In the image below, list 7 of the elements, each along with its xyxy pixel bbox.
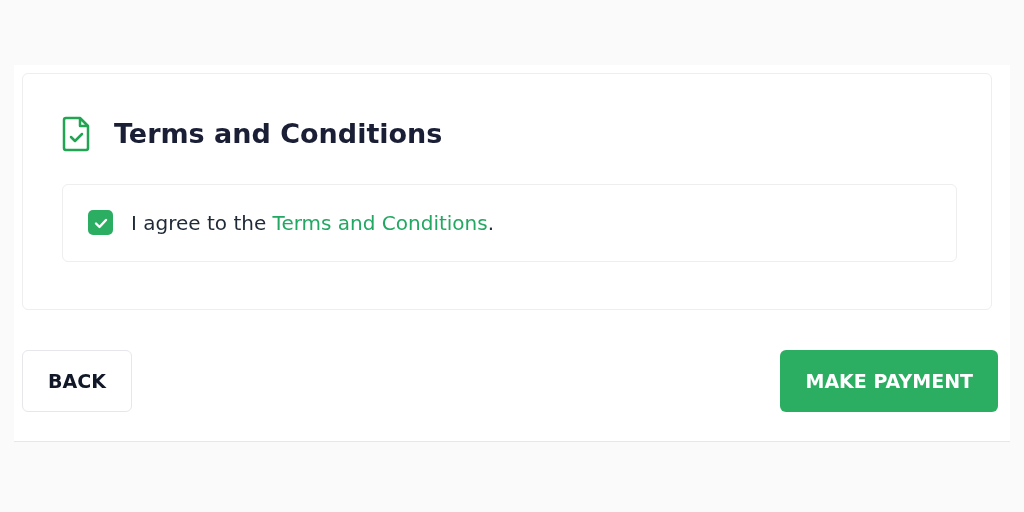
terms-link[interactable]: Terms and Conditions	[272, 210, 488, 235]
make-payment-button[interactable]: MAKE PAYMENT	[780, 350, 998, 412]
section-title: Terms and Conditions	[114, 117, 443, 151]
checkbox[interactable]	[88, 210, 113, 235]
back-button[interactable]: BACK	[22, 350, 132, 412]
agreement-text: I agree to the Terms and Conditions.	[131, 209, 495, 237]
document-check-icon	[62, 116, 92, 153]
